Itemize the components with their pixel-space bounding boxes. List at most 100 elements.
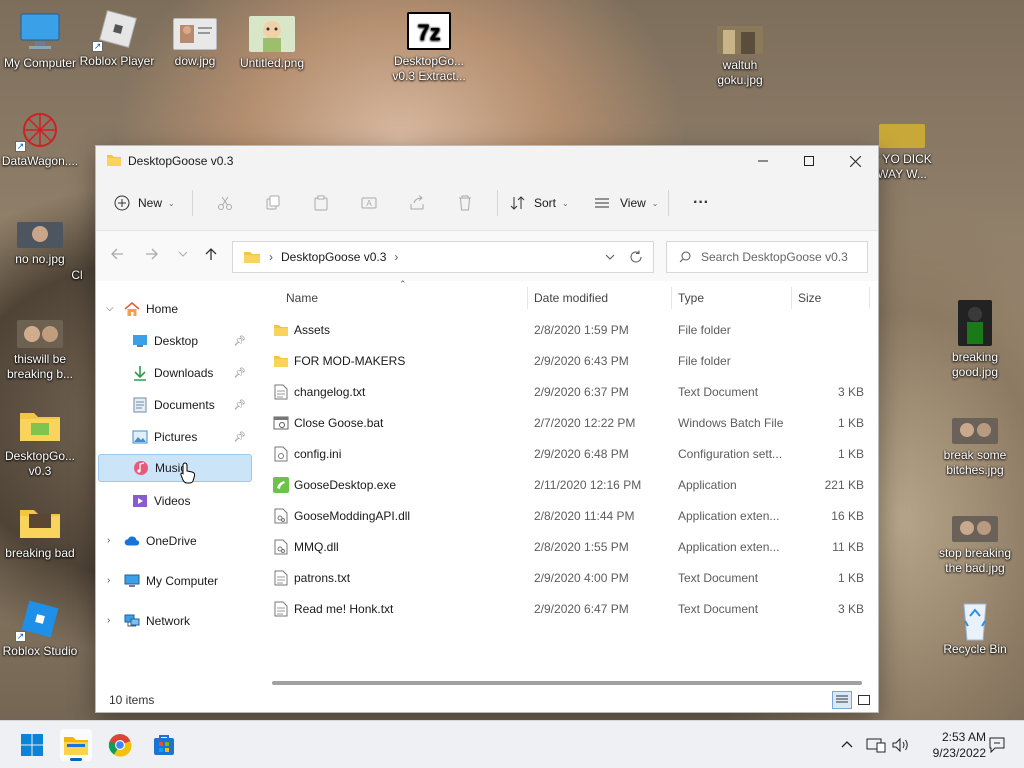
sort-button[interactable]: Sort ⌄ (506, 187, 580, 219)
nav-item-music[interactable]: Music (98, 454, 252, 482)
copy-button[interactable] (249, 187, 297, 219)
tiles-view-toggle[interactable] (854, 691, 874, 709)
pin-icon[interactable]: 📌︎ (233, 400, 246, 411)
nav-item-my-computer[interactable]: My Computer (124, 567, 244, 595)
notifications-button[interactable] (988, 729, 1006, 761)
desktop-icon-stop-breaking[interactable]: stop breaking the bad.jpg (935, 516, 1015, 576)
recent-locations-button[interactable] (168, 247, 198, 264)
file-row[interactable]: Read me! Honk.txt 2/9/2020 6:47 PM Text … (261, 593, 878, 624)
address-dropdown-icon[interactable] (605, 250, 615, 267)
paste-button[interactable] (297, 187, 345, 219)
details-view-toggle[interactable] (832, 691, 852, 709)
back-button[interactable] (102, 247, 132, 264)
desktop-icon-no-no-jpg[interactable]: no no.jpg (0, 222, 80, 267)
taskbar-file-explorer[interactable] (60, 729, 92, 761)
desktop-icon-breaking-good[interactable]: breaking good.jpg (935, 300, 1015, 380)
show-hidden-icons-button[interactable] (840, 729, 854, 761)
file-row[interactable]: Close Goose.bat 2/7/2020 12:22 PM Window… (261, 407, 878, 438)
chevron-right-icon[interactable]: › (107, 535, 110, 546)
minimize-button[interactable] (740, 146, 786, 176)
taskbar-chrome[interactable] (104, 729, 136, 761)
chevron-right-icon[interactable]: › (107, 575, 110, 586)
desktop-icon-my-computer[interactable]: My Computer (0, 12, 80, 71)
desktop-icon-breaking-bad-folder[interactable]: breaking bad (0, 502, 80, 561)
image-thumbnail-icon (952, 516, 998, 542)
desktop-icon-datawagon[interactable]: ↗ DataWagon.... (0, 110, 80, 169)
desktop-icon-dow-jpg[interactable]: dow.jpg (155, 18, 235, 69)
pin-icon[interactable]: 📌︎ (233, 368, 246, 379)
chevron-down-icon[interactable]: ⌵ (106, 303, 114, 314)
title-bar[interactable]: DesktopGoose v0.3 (96, 146, 878, 176)
image-thumbnail-icon (717, 26, 763, 54)
pin-icon[interactable]: 📌︎ (233, 432, 246, 443)
file-row[interactable]: Assets 2/8/2020 1:59 PM File folder (261, 314, 878, 345)
desktop-icon-desktopgoose-folder[interactable]: DesktopGo... v0.3 (0, 405, 80, 479)
address-bar[interactable]: › DesktopGoose v0.3 › (232, 241, 654, 273)
nav-item-videos[interactable]: Videos (132, 487, 252, 515)
share-button[interactable] (393, 187, 441, 219)
see-more-button[interactable]: ··· (677, 187, 725, 219)
nav-item-network[interactable]: Network (124, 607, 244, 635)
desktop-icon-untitled-png[interactable]: Untitled.png (232, 16, 312, 71)
taskbar-clock[interactable]: 2:53 AM 9/23/2022 (933, 729, 986, 761)
nav-item-documents[interactable]: Documents 📌︎ (132, 391, 252, 419)
file-explorer-window[interactable]: DesktopGoose v0.3 New ⌄ A Sort ⌄ View ⌄ … (95, 145, 879, 713)
refresh-icon[interactable] (629, 250, 643, 267)
file-row[interactable]: FOR MOD-MAKERS 2/9/2020 6:43 PM File fol… (261, 345, 878, 376)
column-header-name[interactable]: Name (280, 286, 520, 310)
maximize-button[interactable] (786, 146, 832, 176)
view-button-label: View (620, 196, 646, 210)
column-header-size[interactable]: Size (792, 286, 862, 310)
file-type: Configuration sett... (678, 446, 783, 461)
network-tray-button[interactable] (866, 729, 886, 761)
forward-button[interactable] (137, 247, 167, 264)
volume-icon (892, 737, 908, 753)
new-button[interactable]: New ⌄ (114, 187, 184, 219)
desktop-icon-recycle-bin[interactable]: Recycle Bin (935, 598, 1015, 657)
pin-icon[interactable]: 📌︎ (233, 336, 246, 347)
file-row[interactable]: GooseDesktop.exe 2/11/2020 12:16 PM Appl… (261, 469, 878, 500)
desktop-icon-thiswill[interactable]: thiswill be breaking b... (0, 320, 80, 382)
desktop-icon-label: Recycle Bin (943, 642, 1007, 656)
desktop-icon-roblox-studio[interactable]: ↗ Roblox Studio (0, 600, 80, 659)
nav-item-downloads[interactable]: Downloads 📌︎ (132, 359, 252, 387)
file-row[interactable]: MMQ.dll 2/8/2020 1:55 PM Application ext… (261, 531, 878, 562)
cut-button[interactable] (201, 187, 249, 219)
address-row: › DesktopGoose v0.3 › (96, 231, 878, 281)
nav-item-desktop[interactable]: Desktop 📌︎ (132, 327, 252, 355)
file-row[interactable]: patrons.txt 2/9/2020 4:00 PM Text Docume… (261, 562, 878, 593)
file-type: Text Document (678, 570, 759, 585)
config-file-icon (273, 446, 289, 462)
desktop-icon-waltuh-goku[interactable]: waltuh goku.jpg (700, 26, 780, 88)
view-button[interactable]: View ⌄ (580, 187, 660, 219)
close-button[interactable] (832, 146, 878, 176)
desktop-icon-cl[interactable]: Cl (62, 268, 92, 283)
desktop-icon-roblox-player[interactable]: ↗ Roblox Player (77, 10, 157, 69)
nav-item-home[interactable]: Home (124, 295, 244, 323)
volume-tray-button[interactable] (892, 729, 910, 761)
column-header-date[interactable]: Date modified (528, 286, 668, 310)
breadcrumb-folder[interactable]: DesktopGoose v0.3 (281, 250, 386, 264)
rename-button[interactable]: A (345, 187, 393, 219)
start-button[interactable] (16, 729, 48, 761)
search-input[interactable] (701, 250, 861, 264)
chevron-right-icon[interactable]: › (107, 615, 110, 626)
desktop-icon-7z-extract[interactable]: 7z DesktopGo... v0.3 Extract... (389, 12, 469, 84)
taskbar-store[interactable] (148, 729, 180, 761)
toolbar-divider (668, 190, 669, 216)
horizontal-scrollbar[interactable] (272, 681, 862, 685)
desktop-icon-break-some[interactable]: break some bitches.jpg (935, 418, 1015, 478)
file-row[interactable]: config.ini 2/9/2020 6:48 PM Configuratio… (261, 438, 878, 469)
nav-item-label: My Computer (146, 574, 219, 588)
desktop-icon-label: breaking bad (5, 546, 75, 560)
image-thumbnail-icon (879, 124, 925, 148)
file-row[interactable]: changelog.txt 2/9/2020 6:37 PM Text Docu… (261, 376, 878, 407)
file-list: ⌃ Name Date modified Type Size Assets 2/… (261, 279, 878, 691)
column-divider[interactable] (869, 287, 870, 309)
nav-item-onedrive[interactable]: OneDrive (124, 527, 244, 555)
up-button[interactable] (196, 247, 226, 264)
delete-button[interactable] (441, 187, 489, 219)
nav-item-pictures[interactable]: Pictures 📌︎ (132, 423, 252, 451)
file-row[interactable]: GooseModdingAPI.dll 2/8/2020 11:44 PM Ap… (261, 500, 878, 531)
column-header-type[interactable]: Type (672, 286, 782, 310)
